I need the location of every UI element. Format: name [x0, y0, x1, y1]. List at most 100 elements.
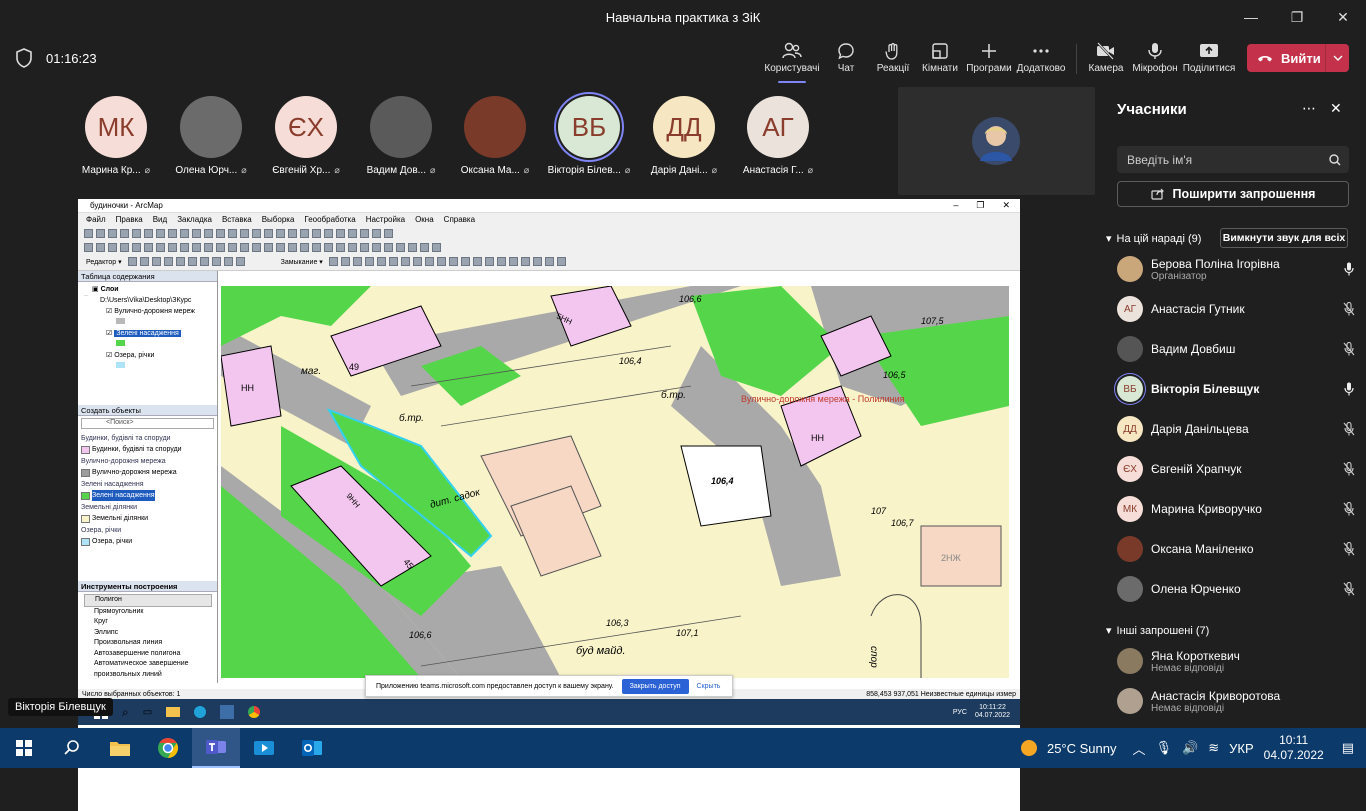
arcmap-tool-icon[interactable]	[336, 229, 345, 238]
arcmap-tool-icon[interactable]	[364, 257, 374, 266]
wifi-icon[interactable]: ≋	[1208, 740, 1219, 756]
arcmap-menu-item[interactable]: Окна	[415, 215, 434, 224]
arcmap-tool-icon[interactable]	[240, 243, 249, 252]
arcmap-tool-icon[interactable]	[360, 243, 369, 252]
arcmap-tool-icon[interactable]	[204, 229, 213, 238]
arcmap-tool-icon[interactable]	[223, 257, 233, 266]
leave-main[interactable]: Вийти	[1247, 51, 1325, 66]
start-button[interactable]	[0, 728, 48, 768]
editor-menu[interactable]: Редактор ▾	[86, 258, 122, 266]
participant-tile[interactable]: МК Марина Кр... ⌀	[70, 96, 162, 176]
arcmap-tool-icon[interactable]	[180, 229, 189, 238]
arcmap-tool-icon[interactable]	[276, 243, 285, 252]
create-template[interactable]: Земельні ділянки	[81, 513, 215, 524]
participant-row[interactable]: ЄХ Євгеній Храпчук	[1117, 454, 1357, 484]
media-button[interactable]	[240, 728, 288, 768]
arcmap-tool-icon[interactable]	[132, 229, 141, 238]
arcmap-tool-icon[interactable]	[300, 243, 309, 252]
create-search[interactable]: <Поиск>	[81, 418, 214, 429]
arcmap-tool-icon[interactable]	[412, 257, 422, 266]
create-template[interactable]: Зелені насадження	[81, 490, 215, 501]
arcmap-tool-icon[interactable]	[348, 243, 357, 252]
arcmap-tool-icon[interactable]	[156, 243, 165, 252]
invite-button[interactable]: Поширити запрошення	[1117, 181, 1349, 207]
arcmap-tool-icon[interactable]	[432, 243, 441, 252]
arcmap-tool-icon[interactable]	[264, 243, 273, 252]
arcmap-tool-icon[interactable]	[252, 229, 261, 238]
map-view[interactable]: маг. б.тр. б.тр. дит. садок 106,4 106,4 …	[221, 286, 1009, 678]
create-template[interactable]: Озера, річки	[81, 536, 215, 547]
arcmap-tool-icon[interactable]	[384, 229, 393, 238]
panel-close-icon[interactable]: ✕	[1330, 100, 1342, 117]
participant-search-input[interactable]: Введіть ім'я	[1117, 146, 1349, 173]
notifications-icon[interactable]: ▤	[1342, 740, 1354, 756]
maximize-icon[interactable]: ❐	[1274, 0, 1320, 34]
leave-dropdown[interactable]	[1325, 44, 1349, 72]
participant-row[interactable]: Оксана Маніленко	[1117, 534, 1357, 564]
stop-sharing-button[interactable]: Закрыть доступ	[621, 678, 689, 694]
arcmap-tool-icon[interactable]	[300, 229, 309, 238]
section-other-invited[interactable]: ▾ Інші запрошені (7)	[1106, 624, 1209, 638]
create-template[interactable]: Вулично-дорожня мережа	[81, 467, 215, 478]
arcmap-menu-item[interactable]: Правка	[116, 215, 143, 224]
arcmap-tool-icon[interactable]	[132, 243, 141, 252]
minimize-icon[interactable]: —	[1228, 0, 1274, 34]
participant-tile[interactable]: ДД Дарія Дані... ⌀	[638, 96, 730, 176]
arcmap-tool-icon[interactable]	[235, 257, 245, 266]
construct-tool[interactable]: произвольных линий	[84, 670, 212, 681]
mic-tray-icon[interactable]: 🎙	[1156, 740, 1173, 756]
arcmap-tool-icon[interactable]	[340, 257, 350, 266]
construct-tool[interactable]: Полигон	[84, 594, 212, 607]
participant-row[interactable]: ДД Дарія Данільцева	[1117, 414, 1357, 444]
arcmap-tool-icon[interactable]	[312, 243, 321, 252]
arcmap-tool-icon[interactable]	[168, 243, 177, 252]
camera-button[interactable]: Камера	[1078, 42, 1134, 78]
participant-row[interactable]: ВБ Вікторія Білевщук	[1117, 374, 1357, 404]
mute-all-button[interactable]: Вимкнути звук для всіх	[1220, 228, 1348, 248]
participant-tile[interactable]: АГ Анастасія Г... ⌀	[732, 96, 824, 176]
arcmap-tool-icon[interactable]	[175, 257, 185, 266]
arcmap-tool-icon[interactable]	[228, 229, 237, 238]
arcmap-tool-icon[interactable]	[520, 257, 530, 266]
arcmap-tool-icon[interactable]	[144, 243, 153, 252]
toc-layer-road[interactable]: ☑ Вулично-дорожня мереж	[92, 306, 217, 317]
participant-row[interactable]: АГ Анастасія Гутник	[1117, 294, 1357, 324]
arcmap-tool-icon[interactable]	[384, 243, 393, 252]
arcmap-tool-icon[interactable]	[151, 257, 161, 266]
invited-row[interactable]: Анастасія Криворотова Немає відповіді	[1117, 686, 1357, 716]
arcmap-menu-item[interactable]: Вид	[153, 215, 167, 224]
toc-layers-root[interactable]: ▣ Слои	[92, 284, 217, 295]
participant-row[interactable]: Берова Поліна Ігорівна Організатор	[1117, 254, 1357, 284]
toc-layer-water[interactable]: ☑ Озера, річки	[92, 350, 217, 361]
arcmap-tool-icon[interactable]	[139, 257, 149, 266]
arcmap-tool-icon[interactable]	[396, 243, 405, 252]
construct-tool[interactable]: Круг	[84, 617, 212, 628]
arcmap-tool-icon[interactable]	[264, 229, 273, 238]
arcmap-tool-icon[interactable]	[328, 257, 338, 266]
arcmap-tool-icon[interactable]	[360, 229, 369, 238]
arcmap-tool-icon[interactable]	[532, 257, 542, 266]
construct-tool[interactable]: Прямоугольник	[84, 607, 212, 618]
construct-tool[interactable]: Эллипс	[84, 628, 212, 639]
arcmap-tool-icon[interactable]	[496, 257, 506, 266]
arcmap-tool-icon[interactable]	[204, 243, 213, 252]
arcmap-tool-icon[interactable]	[288, 243, 297, 252]
arcmap-tool-icon[interactable]	[180, 243, 189, 252]
arcmap-tool-icon[interactable]	[436, 257, 446, 266]
arcmap-tool-icon[interactable]	[508, 257, 518, 266]
participant-tile[interactable]: Оксана Ма... ⌀	[449, 96, 541, 176]
self-video-tile[interactable]	[898, 87, 1095, 195]
arcmap-tool-icon[interactable]	[96, 243, 105, 252]
arcmap-tool-icon[interactable]	[408, 243, 417, 252]
construct-tool[interactable]: Автоматическое завершение	[84, 659, 212, 670]
arcmap-tool-icon[interactable]	[472, 257, 482, 266]
microphone-button[interactable]: Мікрофон	[1127, 42, 1183, 78]
arcmap-tool-icon[interactable]	[199, 257, 209, 266]
arcmap-tool-icon[interactable]	[420, 243, 429, 252]
outlook-button[interactable]	[288, 728, 336, 768]
arcmap-tool-icon[interactable]	[352, 257, 362, 266]
participant-row[interactable]: Вадим Довбиш	[1117, 334, 1357, 364]
arcmap-tool-icon[interactable]	[348, 229, 357, 238]
participant-row[interactable]: Олена Юрченко	[1117, 574, 1357, 604]
participant-row[interactable]: МК Марина Криворучко	[1117, 494, 1357, 524]
